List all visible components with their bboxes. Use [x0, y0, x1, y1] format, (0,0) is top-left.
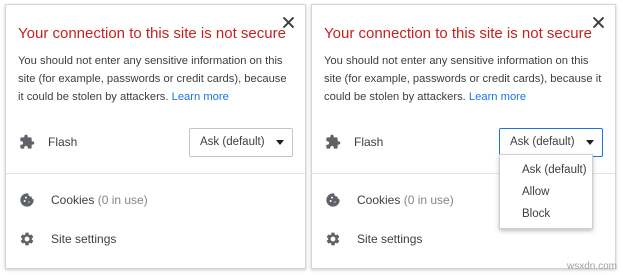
divider	[6, 173, 305, 174]
dropdown-option-block[interactable]: Block	[500, 203, 592, 225]
dropdown-option-allow[interactable]: Allow	[500, 181, 592, 203]
flash-permission-select[interactable]: Ask (default)	[499, 127, 603, 157]
puzzle-icon	[18, 133, 36, 151]
select-value: Ask (default)	[510, 136, 575, 148]
site-settings-row[interactable]: Site settings	[324, 227, 603, 251]
cookies-label: Cookies (0 in use)	[51, 193, 293, 207]
cookies-text: Cookies	[357, 193, 401, 207]
flash-permission-dropdown: Ask (default) Allow Block	[499, 154, 593, 229]
site-settings-label: Site settings	[357, 232, 423, 246]
description-text: You should not enter any sensitive infor…	[18, 55, 287, 103]
security-title: Your connection to this site is not secu…	[18, 25, 286, 42]
flash-permission-select[interactable]: Ask (default)	[189, 127, 293, 157]
caret-down-icon	[586, 139, 594, 145]
screenshot-stage: Your connection to this site is not secu…	[0, 0, 623, 275]
cookie-icon	[324, 191, 342, 209]
cookies-text: Cookies	[51, 193, 95, 207]
site-settings-label: Site settings	[51, 232, 117, 246]
cookie-icon	[18, 191, 36, 209]
security-description: You should not enter any sensitive infor…	[18, 52, 295, 106]
security-description: You should not enter any sensitive infor…	[324, 52, 605, 106]
site-settings-row[interactable]: Site settings	[18, 227, 293, 251]
permission-row-flash: Flash Ask (default)	[324, 127, 603, 157]
learn-more-link[interactable]: Learn more	[469, 91, 526, 103]
watermark: wsxdn.com	[566, 261, 617, 272]
cookies-row[interactable]: Cookies (0 in use)	[18, 188, 293, 212]
cookies-count: (0 in use)	[97, 193, 148, 207]
description-text: You should not enter any sensitive infor…	[324, 55, 602, 103]
gear-icon	[324, 230, 342, 248]
learn-more-link[interactable]: Learn more	[172, 91, 229, 103]
site-info-popup-right: Your connection to this site is not secu…	[311, 4, 616, 269]
dropdown-option-ask[interactable]: Ask (default)	[500, 159, 592, 181]
cookies-count: (0 in use)	[403, 193, 454, 207]
caret-down-icon	[276, 139, 284, 145]
gear-icon	[18, 230, 36, 248]
site-info-popup-left: Your connection to this site is not secu…	[5, 4, 306, 269]
security-title: Your connection to this site is not secu…	[324, 25, 592, 42]
select-value: Ask (default)	[200, 136, 265, 148]
permission-label: Flash	[354, 135, 384, 149]
permission-row-flash: Flash Ask (default)	[18, 127, 293, 157]
permission-label: Flash	[48, 135, 78, 149]
puzzle-icon	[324, 133, 342, 151]
